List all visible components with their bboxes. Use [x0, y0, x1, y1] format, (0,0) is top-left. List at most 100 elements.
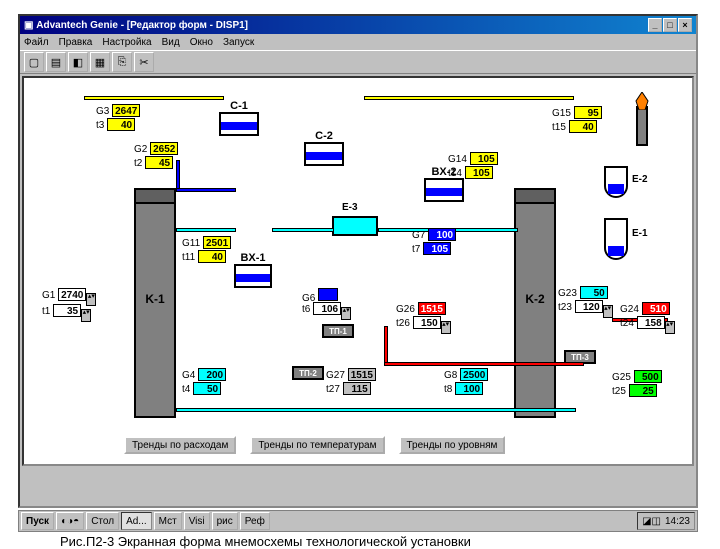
tag-g27-l: G27: [326, 370, 345, 381]
tag-t2-v: 45: [145, 156, 173, 169]
tag-g15-l: G15: [552, 108, 571, 119]
tag-g2-l: G2: [134, 144, 147, 155]
tag-t4-v: 50: [193, 382, 221, 395]
tag-t26-l: t26: [396, 318, 410, 329]
tag-t6-v[interactable]: 106: [313, 302, 341, 315]
tag-g8-l: G8: [444, 370, 457, 381]
tool-1[interactable]: ▢: [24, 52, 44, 72]
task-item[interactable]: Visi: [184, 512, 210, 530]
tray-clock: ◪◫14:23: [637, 512, 695, 530]
toolbar: ▢ ▤ ◧ ▦ ⎘ ✂: [20, 50, 696, 74]
column-k2: K-2: [514, 188, 556, 418]
trend-temp-button[interactable]: Тренды по температурам: [250, 436, 384, 454]
column-k1: K-1: [134, 188, 176, 418]
titlebar: ▣ Advantech Genie - [Редактор форм - DIS…: [20, 16, 696, 34]
tag-t24-v[interactable]: 158: [637, 316, 665, 329]
flare-stack: [636, 106, 648, 146]
pipe: [84, 96, 224, 100]
tag-g4-l: G4: [182, 370, 195, 381]
unit-c2: C-2: [304, 142, 344, 166]
unit-e2-label: E-2: [632, 174, 648, 185]
tag-g26-l: G26: [396, 304, 415, 315]
tag-t24-l: t24: [620, 318, 634, 329]
menu-run[interactable]: Запуск: [223, 37, 254, 48]
pipe: [364, 96, 574, 100]
maximize-button[interactable]: □: [663, 18, 677, 32]
tag-g24-v: 510: [642, 302, 670, 315]
menubar: Файл Правка Настройка Вид Окно Запуск: [20, 34, 696, 50]
tag-t7-v: 105: [423, 242, 451, 255]
close-button[interactable]: ×: [678, 18, 692, 32]
menu-view[interactable]: Вид: [162, 37, 180, 48]
task-item[interactable]: Ad...: [121, 512, 152, 530]
tag-t27-l: t27: [326, 384, 340, 395]
tag-t23-v[interactable]: 120: [575, 300, 603, 313]
stepper-t6[interactable]: ▴▾: [341, 307, 351, 320]
unit-bx1: BX-1: [234, 264, 272, 288]
unit-e2: [604, 166, 628, 198]
pipe: [176, 408, 576, 412]
tag-g7-v: 100: [428, 228, 456, 241]
task-item[interactable]: Реф: [240, 512, 270, 530]
menu-window[interactable]: Окно: [190, 37, 213, 48]
tag-t4-l: t4: [182, 384, 190, 395]
tool-2[interactable]: ▤: [46, 52, 66, 72]
column-k2-label: K-2: [516, 292, 554, 306]
app-window: ▣ Advantech Genie - [Редактор форм - DIS…: [18, 14, 698, 508]
tool-3[interactable]: ◧: [68, 52, 88, 72]
flame-icon: [633, 92, 651, 110]
menu-setup[interactable]: Настройка: [102, 37, 151, 48]
tag-g11-v: 2501: [203, 236, 231, 249]
window-title: Advantech Genie - [Редактор форм - DISP1…: [36, 20, 248, 31]
task-item[interactable]: рис: [212, 512, 238, 530]
mnemonic-scheme: K-1 K-2 C-1 C-2 BX-1 BX-2 E-3 E-1 E-2 ТП…: [22, 76, 694, 466]
minimize-button[interactable]: _: [648, 18, 662, 32]
task-item[interactable]: Стол: [86, 512, 119, 530]
tag-t1-l: t1: [42, 306, 50, 317]
tag-t26-v[interactable]: 150: [413, 316, 441, 329]
tag-g1-v[interactable]: 2740: [58, 288, 86, 301]
tag-g23-v: 50: [580, 286, 608, 299]
tag-t8-l: t8: [444, 384, 452, 395]
tag-t15-l: t15: [552, 122, 566, 133]
trend-flow-button[interactable]: Тренды по расходам: [124, 436, 236, 454]
pipe: [272, 228, 334, 232]
tool-6[interactable]: ✂: [134, 52, 154, 72]
unit-e3: [332, 216, 378, 236]
unit-c1: C-1: [219, 112, 259, 136]
tag-t11-v: 40: [198, 250, 226, 263]
tag-g1-l: G1: [42, 290, 55, 301]
tag-t11-l: t11: [182, 252, 195, 263]
tag-g14-l: G14: [448, 154, 467, 165]
pipe: [176, 228, 236, 232]
tag-t3-l: t3: [96, 120, 104, 131]
unit-e3-label: E-3: [342, 202, 358, 213]
tray-icons: ◪◫: [642, 516, 661, 527]
unit-tp1: ТП-1: [322, 324, 354, 338]
tool-5[interactable]: ⎘: [112, 52, 132, 72]
tag-g3-v: 2647: [112, 104, 140, 117]
start-button[interactable]: Пуск: [21, 512, 54, 530]
task-item[interactable]: Мст: [154, 512, 182, 530]
stepper-t23[interactable]: ▴▾: [603, 305, 613, 318]
menu-edit[interactable]: Правка: [59, 37, 93, 48]
pipe: [384, 362, 584, 366]
tag-t3-v: 40: [107, 118, 135, 131]
unit-e1: [604, 218, 628, 260]
unit-tp2: ТП-2: [292, 366, 324, 380]
tag-t27-v: 115: [343, 382, 371, 395]
tag-g11-l: G11: [182, 238, 200, 249]
tag-t1-v[interactable]: 35: [53, 304, 81, 317]
tag-g27-v: 1515: [348, 368, 376, 381]
tool-4[interactable]: ▦: [90, 52, 110, 72]
tag-t14-l: t14: [448, 168, 462, 179]
stepper-t24[interactable]: ▴▾: [665, 321, 675, 334]
tag-g25-v: 500: [634, 370, 662, 383]
stepper-t1[interactable]: ▴▾: [81, 309, 91, 322]
tag-g6-v: [318, 288, 338, 301]
stepper-t26[interactable]: ▴▾: [441, 321, 451, 334]
trend-level-button[interactable]: Тренды по уровням: [399, 436, 506, 454]
column-k1-label: K-1: [136, 292, 174, 306]
quicklaunch[interactable]: ◐◑◓: [56, 512, 84, 530]
menu-file[interactable]: Файл: [24, 37, 49, 48]
